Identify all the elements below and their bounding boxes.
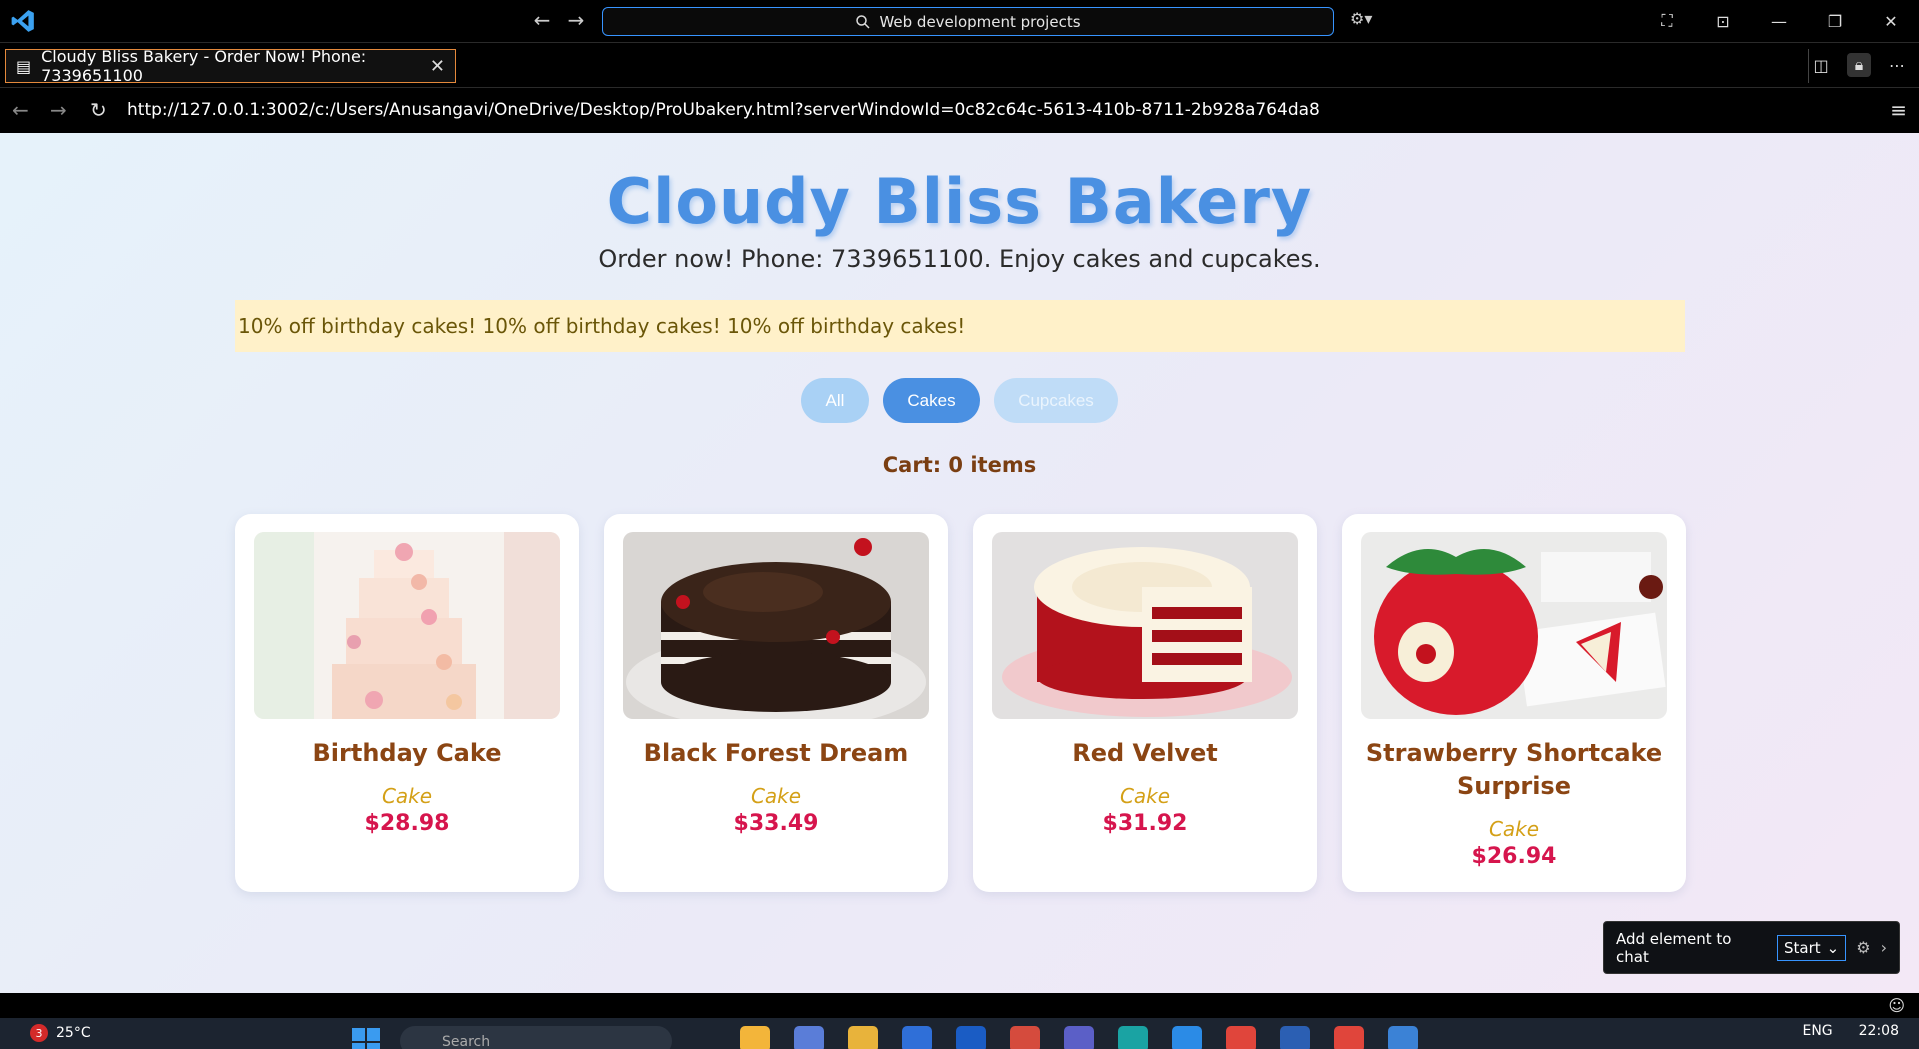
editor-tab-bar: ▤ Cloudy Bliss Bakery - Order Now! Phone… bbox=[0, 42, 1919, 88]
fullscreen-icon[interactable]: ⛶ bbox=[1639, 11, 1695, 31]
app-icon[interactable] bbox=[794, 1026, 824, 1049]
minimize-icon[interactable]: — bbox=[1751, 12, 1807, 31]
product-price: $26.94 bbox=[1471, 844, 1557, 869]
split-editor-icon[interactable]: ◫ bbox=[1809, 53, 1833, 77]
product-card[interactable]: Birthday Cake Cake $28.98 bbox=[235, 514, 579, 892]
site-title: Cloudy Bliss Bakery bbox=[606, 165, 1313, 238]
windows-taskbar: 3 25°C Search ENG 22:08 bbox=[0, 1018, 1919, 1049]
copilot-status-icon[interactable]: ☺ bbox=[1888, 996, 1905, 1015]
weather-widget[interactable]: 3 25°C bbox=[30, 1024, 91, 1042]
product-card[interactable]: Red Velvet Cake $31.92 bbox=[973, 514, 1317, 892]
pin-icon[interactable]: ⊡ bbox=[1695, 12, 1751, 31]
browser-tab[interactable]: ▤ Cloudy Bliss Bakery - Order Now! Phone… bbox=[5, 47, 456, 85]
product-name: Strawberry Shortcake Surprise bbox=[1365, 739, 1663, 800]
browser-forward-icon[interactable]: → bbox=[50, 98, 67, 122]
calendar-icon[interactable] bbox=[1388, 1026, 1418, 1049]
url-input[interactable]: http://127.0.0.1:3002/c:/Users/Anusangav… bbox=[127, 100, 1320, 120]
product-category: Cake bbox=[750, 784, 802, 808]
product-price: $28.98 bbox=[364, 811, 450, 836]
word-icon[interactable] bbox=[1280, 1026, 1310, 1049]
close-window-icon[interactable]: ✕ bbox=[1863, 12, 1919, 31]
product-name: Red Velvet bbox=[1072, 739, 1218, 767]
product-image bbox=[992, 532, 1298, 719]
reload-icon[interactable]: ↻ bbox=[90, 98, 107, 122]
start-label: Start bbox=[1784, 938, 1821, 957]
command-center-search[interactable]: Web development projects bbox=[602, 7, 1334, 36]
chrome-profile-icon[interactable] bbox=[1334, 1026, 1364, 1049]
chrome-icon[interactable] bbox=[1226, 1026, 1256, 1049]
browser-tab-icon: ▤ bbox=[16, 56, 32, 76]
start-menu-button[interactable] bbox=[352, 1028, 380, 1049]
filter-cupcakes-button[interactable]: Cupcakes bbox=[994, 378, 1118, 423]
page-viewport: Cloudy Bliss Bakery Order now! Phone: 73… bbox=[0, 133, 1919, 993]
copilot-app-icon[interactable] bbox=[740, 1026, 770, 1049]
filter-bar: All Cakes Cupcakes bbox=[0, 378, 1919, 423]
window-controls: ⛶ ⊡ — ❐ ✕ bbox=[1639, 0, 1919, 42]
copilot-menu-icon[interactable]: ⚙▾ bbox=[1350, 9, 1372, 28]
product-price: $31.92 bbox=[1102, 811, 1188, 836]
browser-back-icon[interactable]: ← bbox=[12, 98, 29, 122]
product-grid: Birthday Cake Cake $28.98 Black Forest D… bbox=[235, 514, 1686, 892]
vscode-taskbar-icon[interactable] bbox=[1172, 1026, 1202, 1049]
system-tray: ENG 22:08 bbox=[1802, 1023, 1899, 1039]
lock-icon[interactable]: 🔒︎ bbox=[1847, 53, 1871, 77]
product-image bbox=[623, 532, 929, 719]
title-bar: ← → Web development projects ⚙▾ ⛶ ⊡ — ❐ … bbox=[0, 0, 1919, 42]
more-actions-icon[interactable]: ⋯ bbox=[1885, 53, 1909, 77]
cart-count: Cart: 0 items bbox=[882, 453, 1037, 477]
folder-icon[interactable] bbox=[848, 1026, 878, 1049]
add-element-to-chat-widget: Add element to chat Start ⌄ ⚙ › bbox=[1603, 921, 1900, 974]
product-image bbox=[254, 532, 560, 719]
product-category: Cake bbox=[1119, 784, 1171, 808]
history-nav: ← → bbox=[530, 8, 588, 32]
filter-cakes-button[interactable]: Cakes bbox=[883, 378, 980, 423]
vscode-logo-icon bbox=[11, 10, 34, 32]
start-dropdown[interactable]: Start ⌄ bbox=[1777, 934, 1847, 961]
browser-tab-title: Cloudy Bliss Bakery - Order Now! Phone: … bbox=[41, 47, 367, 85]
taskbar-search[interactable]: Search bbox=[400, 1026, 672, 1049]
weather-badge: 3 bbox=[30, 1024, 48, 1042]
search-icon bbox=[856, 14, 870, 29]
product-card[interactable]: Black Forest Dream Cake $33.49 bbox=[604, 514, 948, 892]
chevron-down-icon: ⌄ bbox=[1826, 938, 1840, 957]
filter-all-button[interactable]: All bbox=[801, 378, 869, 423]
product-card[interactable]: Strawberry Shortcake Surprise Cake $26.9… bbox=[1342, 514, 1686, 892]
product-image bbox=[1361, 532, 1667, 719]
clock[interactable]: 22:08 bbox=[1859, 1023, 1899, 1039]
chevron-right-icon[interactable]: › bbox=[1881, 938, 1887, 957]
product-name: Black Forest Dream bbox=[643, 739, 909, 767]
back-arrow-icon[interactable]: ← bbox=[530, 8, 554, 32]
editor-actions: ◫ 🔒︎ ⋯ bbox=[1809, 53, 1909, 77]
store-icon[interactable] bbox=[902, 1026, 932, 1049]
language-indicator[interactable]: ENG bbox=[1802, 1023, 1832, 1039]
close-tab-icon[interactable]: ✕ bbox=[430, 56, 445, 77]
edge-icon[interactable] bbox=[1118, 1026, 1148, 1049]
product-category: Cake bbox=[381, 784, 433, 808]
restore-icon[interactable]: ❐ bbox=[1807, 12, 1863, 31]
hp-icon[interactable] bbox=[956, 1026, 986, 1049]
chat-widget-label: Add element to chat bbox=[1616, 929, 1732, 966]
promo-banner: 10% off birthday cakes! 10% off birthday… bbox=[235, 300, 1685, 352]
menu-icon[interactable]: ≡ bbox=[1890, 98, 1907, 122]
taskbar-apps bbox=[740, 1026, 1418, 1049]
teams-icon[interactable] bbox=[1064, 1026, 1094, 1049]
command-center-text: Web development projects bbox=[879, 12, 1081, 31]
status-bar: ☺ bbox=[0, 993, 1919, 1018]
gear-icon[interactable]: ⚙ bbox=[1856, 938, 1870, 957]
browser-url-bar: ← → ↻ http://127.0.0.1:3002/c:/Users/Anu… bbox=[0, 88, 1919, 133]
gmail-icon[interactable] bbox=[1010, 1026, 1040, 1049]
product-name: Birthday Cake bbox=[312, 739, 502, 767]
temperature: 25°C bbox=[56, 1025, 91, 1041]
product-category: Cake bbox=[1488, 817, 1540, 841]
site-subtitle: Order now! Phone: 7339651100. Enjoy cake… bbox=[598, 245, 1321, 273]
product-price: $33.49 bbox=[733, 811, 819, 836]
forward-arrow-icon[interactable]: → bbox=[564, 8, 588, 32]
